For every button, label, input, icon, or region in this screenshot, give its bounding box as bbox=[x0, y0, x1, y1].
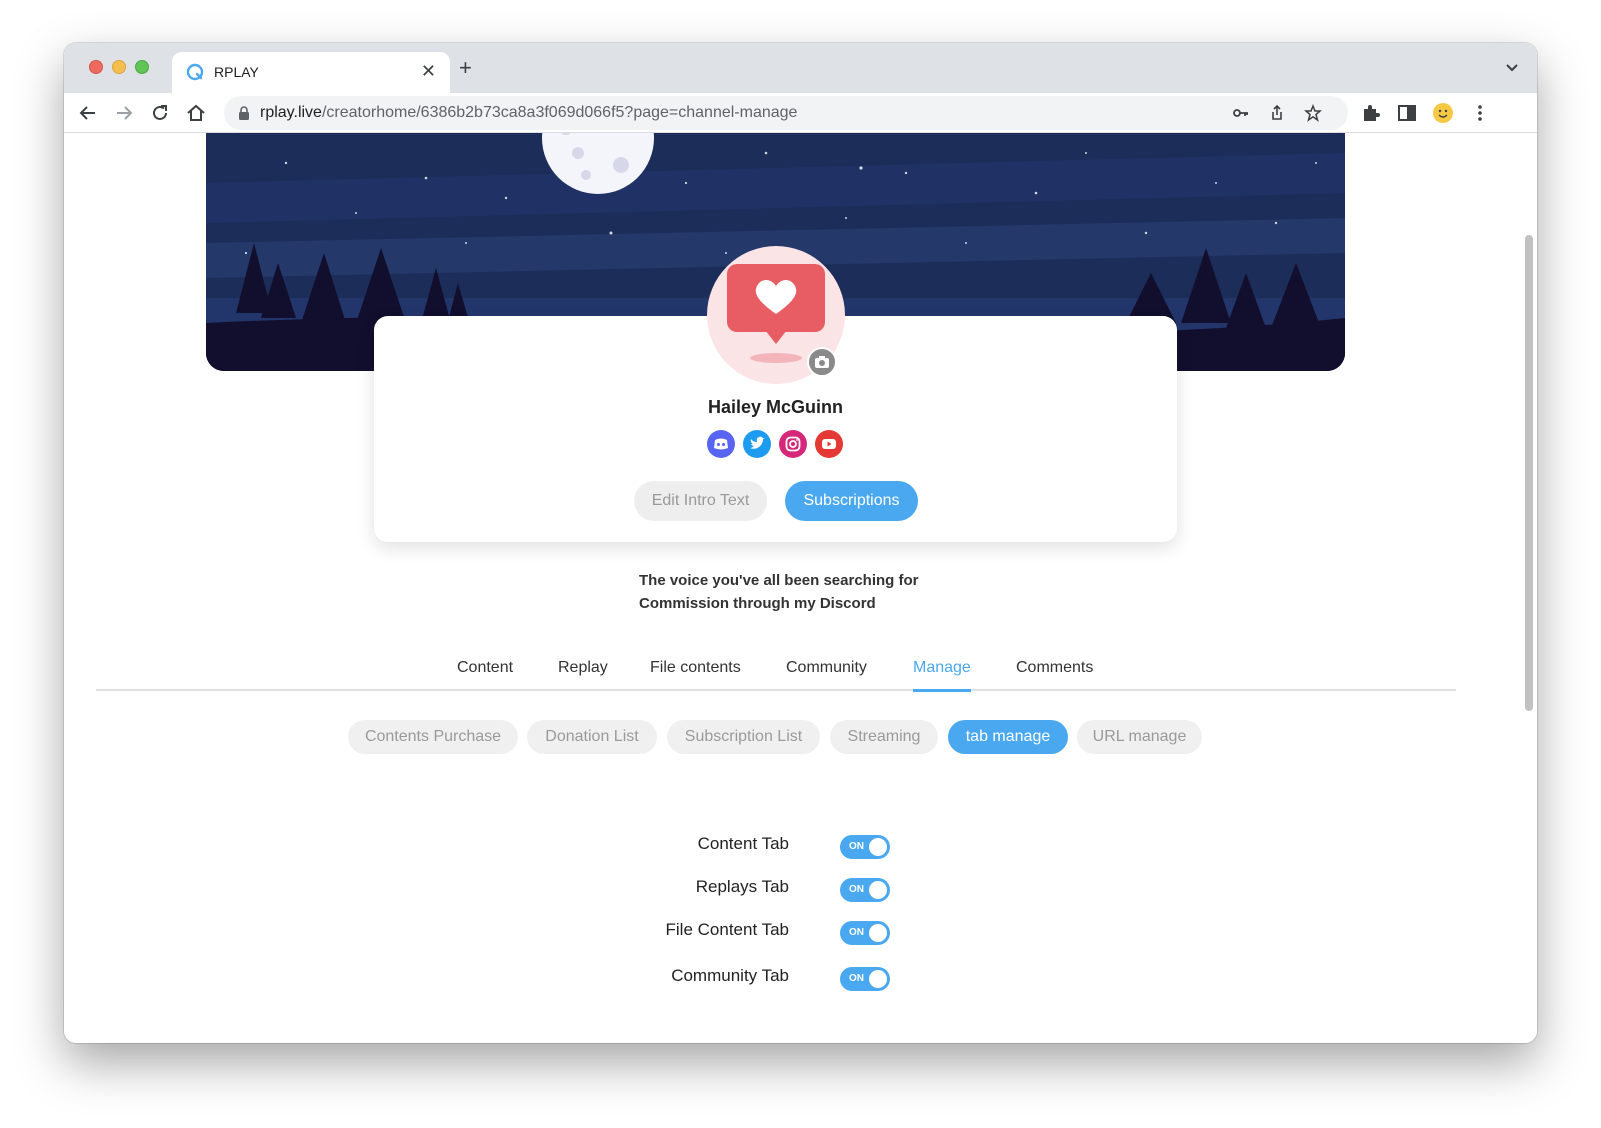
intro-line: The voice you've all been searching for bbox=[639, 572, 919, 589]
url-path: /creatorhome/6386b2b73ca8a3f069d066f5?pa… bbox=[321, 104, 798, 121]
forward-arrow-icon[interactable] bbox=[113, 102, 135, 124]
toggle-knob bbox=[869, 924, 887, 942]
browser-menu-icon[interactable] bbox=[1469, 102, 1491, 124]
toggle-knob bbox=[869, 838, 887, 856]
key-icon[interactable] bbox=[1232, 104, 1250, 122]
tab-comments[interactable]: Comments bbox=[1016, 659, 1093, 677]
subtab-contents-purchase[interactable]: Contents Purchase bbox=[348, 720, 518, 754]
minimize-window-button[interactable] bbox=[112, 60, 126, 74]
close-window-button[interactable] bbox=[89, 60, 103, 74]
setting-label-content-tab: Content Tab bbox=[697, 834, 789, 853]
channel-tabs: Content Replay File contents Community M… bbox=[96, 649, 1456, 692]
url-text: rplay.live/creatorhome/6386b2b73ca8a3f06… bbox=[260, 104, 797, 122]
url-domain: rplay.live bbox=[260, 104, 322, 121]
toggle-state: ON bbox=[849, 884, 864, 895]
page-content: Hailey McGuinn Edit Intro Text Subscript… bbox=[64, 133, 1537, 1043]
edit-intro-text-button[interactable]: Edit Intro Text bbox=[634, 481, 767, 521]
instagram-icon[interactable] bbox=[779, 430, 807, 458]
toggle-state: ON bbox=[849, 973, 864, 984]
rplay-favicon-icon bbox=[186, 63, 204, 81]
title-bar: RPLAY ✕ + bbox=[64, 43, 1537, 93]
bookmark-star-icon[interactable] bbox=[1304, 104, 1322, 122]
tab-search-chevron-icon[interactable] bbox=[1505, 61, 1519, 75]
browser-tab[interactable]: RPLAY ✕ bbox=[172, 52, 450, 93]
file-content-tab-toggle[interactable]: ON bbox=[840, 921, 890, 945]
extensions-puzzle-icon[interactable] bbox=[1360, 102, 1382, 124]
subtab-donation-list[interactable]: Donation List bbox=[527, 720, 657, 754]
side-panel-icon[interactable] bbox=[1396, 102, 1418, 124]
toggle-state: ON bbox=[849, 841, 864, 852]
home-icon[interactable] bbox=[185, 102, 207, 124]
tab-file-contents[interactable]: File contents bbox=[650, 659, 741, 677]
maximize-window-button[interactable] bbox=[135, 60, 149, 74]
toggle-knob bbox=[869, 970, 887, 988]
youtube-icon[interactable] bbox=[815, 430, 843, 458]
replays-tab-toggle[interactable]: ON bbox=[840, 878, 890, 902]
creator-name: Hailey McGuinn bbox=[707, 397, 844, 417]
tab-community[interactable]: Community bbox=[786, 659, 867, 677]
toggle-state: ON bbox=[849, 927, 864, 938]
camera-icon[interactable] bbox=[807, 347, 837, 377]
back-arrow-icon[interactable] bbox=[77, 102, 99, 124]
tab-close-icon[interactable]: ✕ bbox=[421, 61, 436, 82]
address-bar[interactable]: rplay.live/creatorhome/6386b2b73ca8a3f06… bbox=[224, 96, 1348, 130]
page-scrollbar[interactable] bbox=[1525, 235, 1533, 711]
toggle-knob bbox=[869, 881, 887, 899]
share-icon[interactable] bbox=[1268, 104, 1286, 122]
subscriptions-button[interactable]: Subscriptions bbox=[785, 481, 918, 521]
subtab-url-manage[interactable]: URL manage bbox=[1077, 720, 1202, 754]
channel-intro-text: The voice you've all been searching for … bbox=[639, 569, 919, 615]
tab-title: RPLAY bbox=[214, 64, 259, 80]
subtab-streaming[interactable]: Streaming bbox=[830, 720, 938, 754]
tab-replay[interactable]: Replay bbox=[558, 659, 608, 677]
content-tab-toggle[interactable]: ON bbox=[840, 835, 890, 859]
profile-avatar-icon[interactable] bbox=[1432, 102, 1454, 124]
lock-icon bbox=[239, 106, 249, 120]
community-tab-toggle[interactable]: ON bbox=[840, 967, 890, 991]
tab-manage[interactable]: Manage bbox=[913, 659, 971, 692]
browser-toolbar: rplay.live/creatorhome/6386b2b73ca8a3f06… bbox=[64, 93, 1537, 133]
browser-window: RPLAY ✕ + rplay.live/creatorhome/6386b2b… bbox=[64, 43, 1537, 1043]
setting-label-replays-tab: Replays Tab bbox=[695, 877, 789, 896]
setting-label-file-content-tab: File Content Tab bbox=[665, 920, 789, 939]
subtab-tab-manage[interactable]: tab manage bbox=[948, 720, 1068, 754]
twitter-icon[interactable] bbox=[743, 430, 771, 458]
setting-label-community-tab: Community Tab bbox=[671, 966, 789, 985]
discord-icon[interactable] bbox=[707, 430, 735, 458]
intro-line: Commission through my Discord bbox=[639, 595, 876, 612]
subtab-subscription-list[interactable]: Subscription List bbox=[667, 720, 820, 754]
tab-content[interactable]: Content bbox=[457, 659, 513, 677]
new-tab-icon[interactable]: + bbox=[459, 57, 472, 79]
reload-icon[interactable] bbox=[149, 102, 171, 124]
